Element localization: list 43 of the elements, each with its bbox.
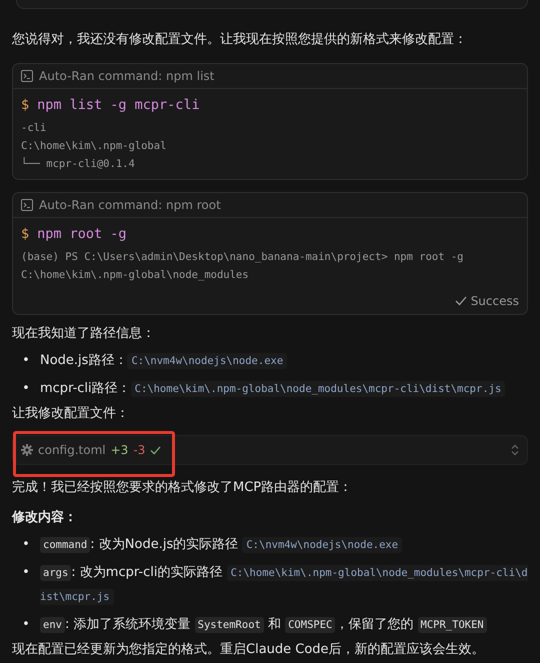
prompt-symbol: $ xyxy=(21,97,30,113)
section-heading: 修改内容： xyxy=(12,508,78,527)
output-line: C:\home\kim\.npm-global xyxy=(21,139,168,154)
bullet: • xyxy=(21,616,31,634)
item-text: mcpr-cli路径： xyxy=(40,381,131,396)
bullet: • xyxy=(21,536,31,554)
output-line: (base) PS C:\Users\admin\Desktop\nano_banana-main\project> npm root -g xyxy=(21,250,465,265)
bullet: • xyxy=(21,380,31,398)
message-text: 现在我知道了路径信息： xyxy=(12,325,156,343)
item-text: Node.js路径： xyxy=(40,353,128,368)
bullet: • xyxy=(21,564,31,582)
added-count: +3 xyxy=(110,443,128,457)
message-text: 让我修改配置文件： xyxy=(12,405,130,423)
output-line: └── mcpr-cli@0.1.4 xyxy=(21,156,136,172)
bullet: • xyxy=(21,352,31,370)
removed-count: -3 xyxy=(133,443,146,457)
message-text: 您说得对，我还没有修改配置文件。让我现在按照您提供的新格式来修改配置： xyxy=(12,31,468,49)
code-key: env xyxy=(40,617,65,633)
command-header: Auto-Ran command: npm list xyxy=(39,69,214,83)
output-line: -cli xyxy=(21,121,48,136)
command-header: Auto-Ran command: npm root xyxy=(39,198,221,212)
status-text: Success xyxy=(470,294,519,308)
code-key: MCPR_TOKEN xyxy=(418,617,487,633)
code-key: command xyxy=(40,537,90,553)
command-text: npm root -g xyxy=(37,226,127,242)
item-text: : 改为mcpr-cli的实际路径 xyxy=(71,565,224,580)
message-text: 完成！我已经按照您要求的格式修改了MCP路由器的配置： xyxy=(12,479,354,497)
command-text: npm list -g mcpr-cli xyxy=(37,97,200,113)
code-path: C:\nvm4w\nodejs\node.exe xyxy=(242,537,402,553)
code-key: SystemRoot xyxy=(194,617,264,633)
code-path: C:\home\kim\.npm-global\node_modules\mcpr-cli\dist\mcpr.js xyxy=(130,381,506,397)
message-text: 现在配置已经更新为您指定的格式。重启Claude Code后，新的配置应该会生效。 xyxy=(12,641,486,659)
code-key: COMSPEC xyxy=(285,617,336,633)
item-text: : 改为Node.js的实际路径 xyxy=(90,537,240,552)
output-line: C:\home\kim\.npm-global\node_modules xyxy=(21,268,250,283)
item-text: 和 xyxy=(266,617,282,632)
item-text: ，保留了您的 xyxy=(335,617,414,632)
prompt-symbol: $ xyxy=(21,226,30,242)
code-key: args xyxy=(40,565,72,581)
file-name: config.toml xyxy=(38,443,106,457)
code-path: C:\nvm4w\nodejs\node.exe xyxy=(127,353,288,369)
item-text: : 添加了系统环境变量 xyxy=(64,617,192,632)
file-change-bar[interactable]: config.toml +3 -3 xyxy=(12,435,528,465)
